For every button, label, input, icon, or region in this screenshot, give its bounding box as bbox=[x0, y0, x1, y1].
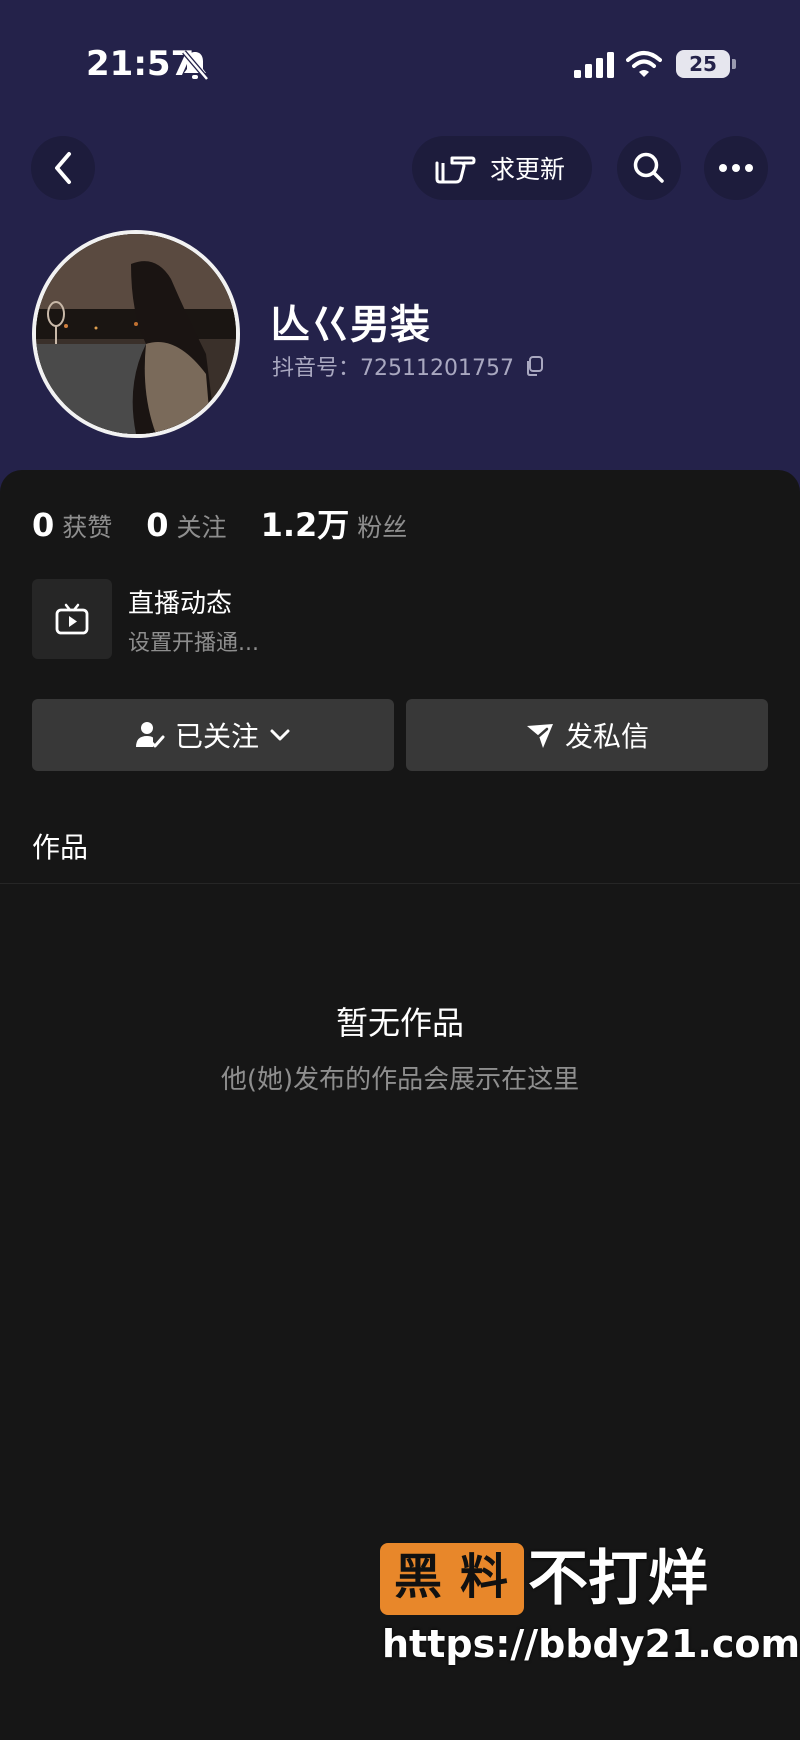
stat-following[interactable]: 0 关注 bbox=[146, 506, 226, 544]
wifi-icon bbox=[626, 51, 662, 77]
battery-icon: 25 bbox=[676, 50, 730, 78]
empty-state-title: 暂无作品 bbox=[335, 1004, 464, 1042]
stat-label: 获赞 bbox=[62, 513, 113, 542]
stat-value: 0 bbox=[32, 506, 55, 544]
copy-icon[interactable] bbox=[524, 355, 544, 377]
send-message-button[interactable]: 发私信 bbox=[406, 699, 768, 771]
watermark-char-2: 料 bbox=[460, 1549, 509, 1605]
more-button[interactable] bbox=[704, 136, 768, 200]
battery-tip bbox=[732, 59, 736, 69]
status-time: 21:57 bbox=[86, 44, 195, 84]
chevron-left-icon bbox=[55, 152, 71, 184]
profile-name: 亾巜男装 bbox=[270, 302, 430, 348]
douyin-id[interactable]: 抖音号：72511201757 bbox=[272, 350, 544, 382]
profile-stats: 0 获赞 0 关注 1.2万 粉丝 bbox=[32, 500, 441, 544]
status-bar: 21:57 25 bbox=[0, 0, 800, 130]
signal-icon bbox=[574, 52, 614, 78]
stat-followers[interactable]: 1.2万 粉丝 bbox=[261, 500, 408, 546]
watermark: 黑 料 不打烊 https://bbdy21.com bbox=[380, 1540, 800, 1680]
stat-value: 1.2万 bbox=[260, 506, 350, 544]
douyin-id-text: 抖音号：72511201757 bbox=[272, 356, 514, 381]
watermark-char-1: 黑 bbox=[394, 1549, 443, 1605]
live-subtitle: 设置开播通... bbox=[128, 631, 259, 656]
empty-state-subtitle: 他(她)发布的作品会展示在这里 bbox=[220, 1065, 580, 1095]
followed-button[interactable]: 已关注 bbox=[32, 699, 394, 771]
tab-works[interactable]: 作品 bbox=[32, 826, 88, 866]
user-check-icon bbox=[135, 722, 165, 748]
avatar-photo bbox=[36, 234, 236, 434]
chevron-down-icon bbox=[270, 729, 290, 741]
back-button[interactable] bbox=[31, 136, 95, 200]
send-message-label: 发私信 bbox=[564, 720, 649, 753]
send-icon bbox=[526, 724, 553, 748]
bell-slash-icon bbox=[182, 50, 209, 81]
request-update-label: 求更新 bbox=[490, 155, 566, 184]
followed-label: 已关注 bbox=[174, 720, 259, 753]
watermark-brand-text: 不打烊 bbox=[528, 1544, 708, 1614]
live-updates-row[interactable]: 直播动态 设置开播通... bbox=[32, 579, 768, 659]
tv-play-icon bbox=[55, 603, 89, 635]
stat-label: 粉丝 bbox=[357, 513, 408, 542]
watermark-url: https://bbdy21.com bbox=[382, 1622, 800, 1666]
avatar[interactable] bbox=[32, 230, 240, 438]
stat-value: 0 bbox=[146, 506, 169, 544]
request-update-button[interactable]: 求更新 bbox=[412, 136, 592, 200]
pointing-hand-icon bbox=[435, 156, 476, 184]
stat-label: 关注 bbox=[176, 513, 227, 542]
stat-likes[interactable]: 0 获赞 bbox=[32, 506, 112, 544]
ellipsis-icon bbox=[719, 164, 753, 172]
tab-divider bbox=[0, 883, 800, 884]
live-icon-box bbox=[32, 579, 112, 659]
search-button[interactable] bbox=[617, 136, 681, 200]
search-icon bbox=[633, 152, 664, 183]
live-title: 直播动态 bbox=[128, 589, 233, 619]
